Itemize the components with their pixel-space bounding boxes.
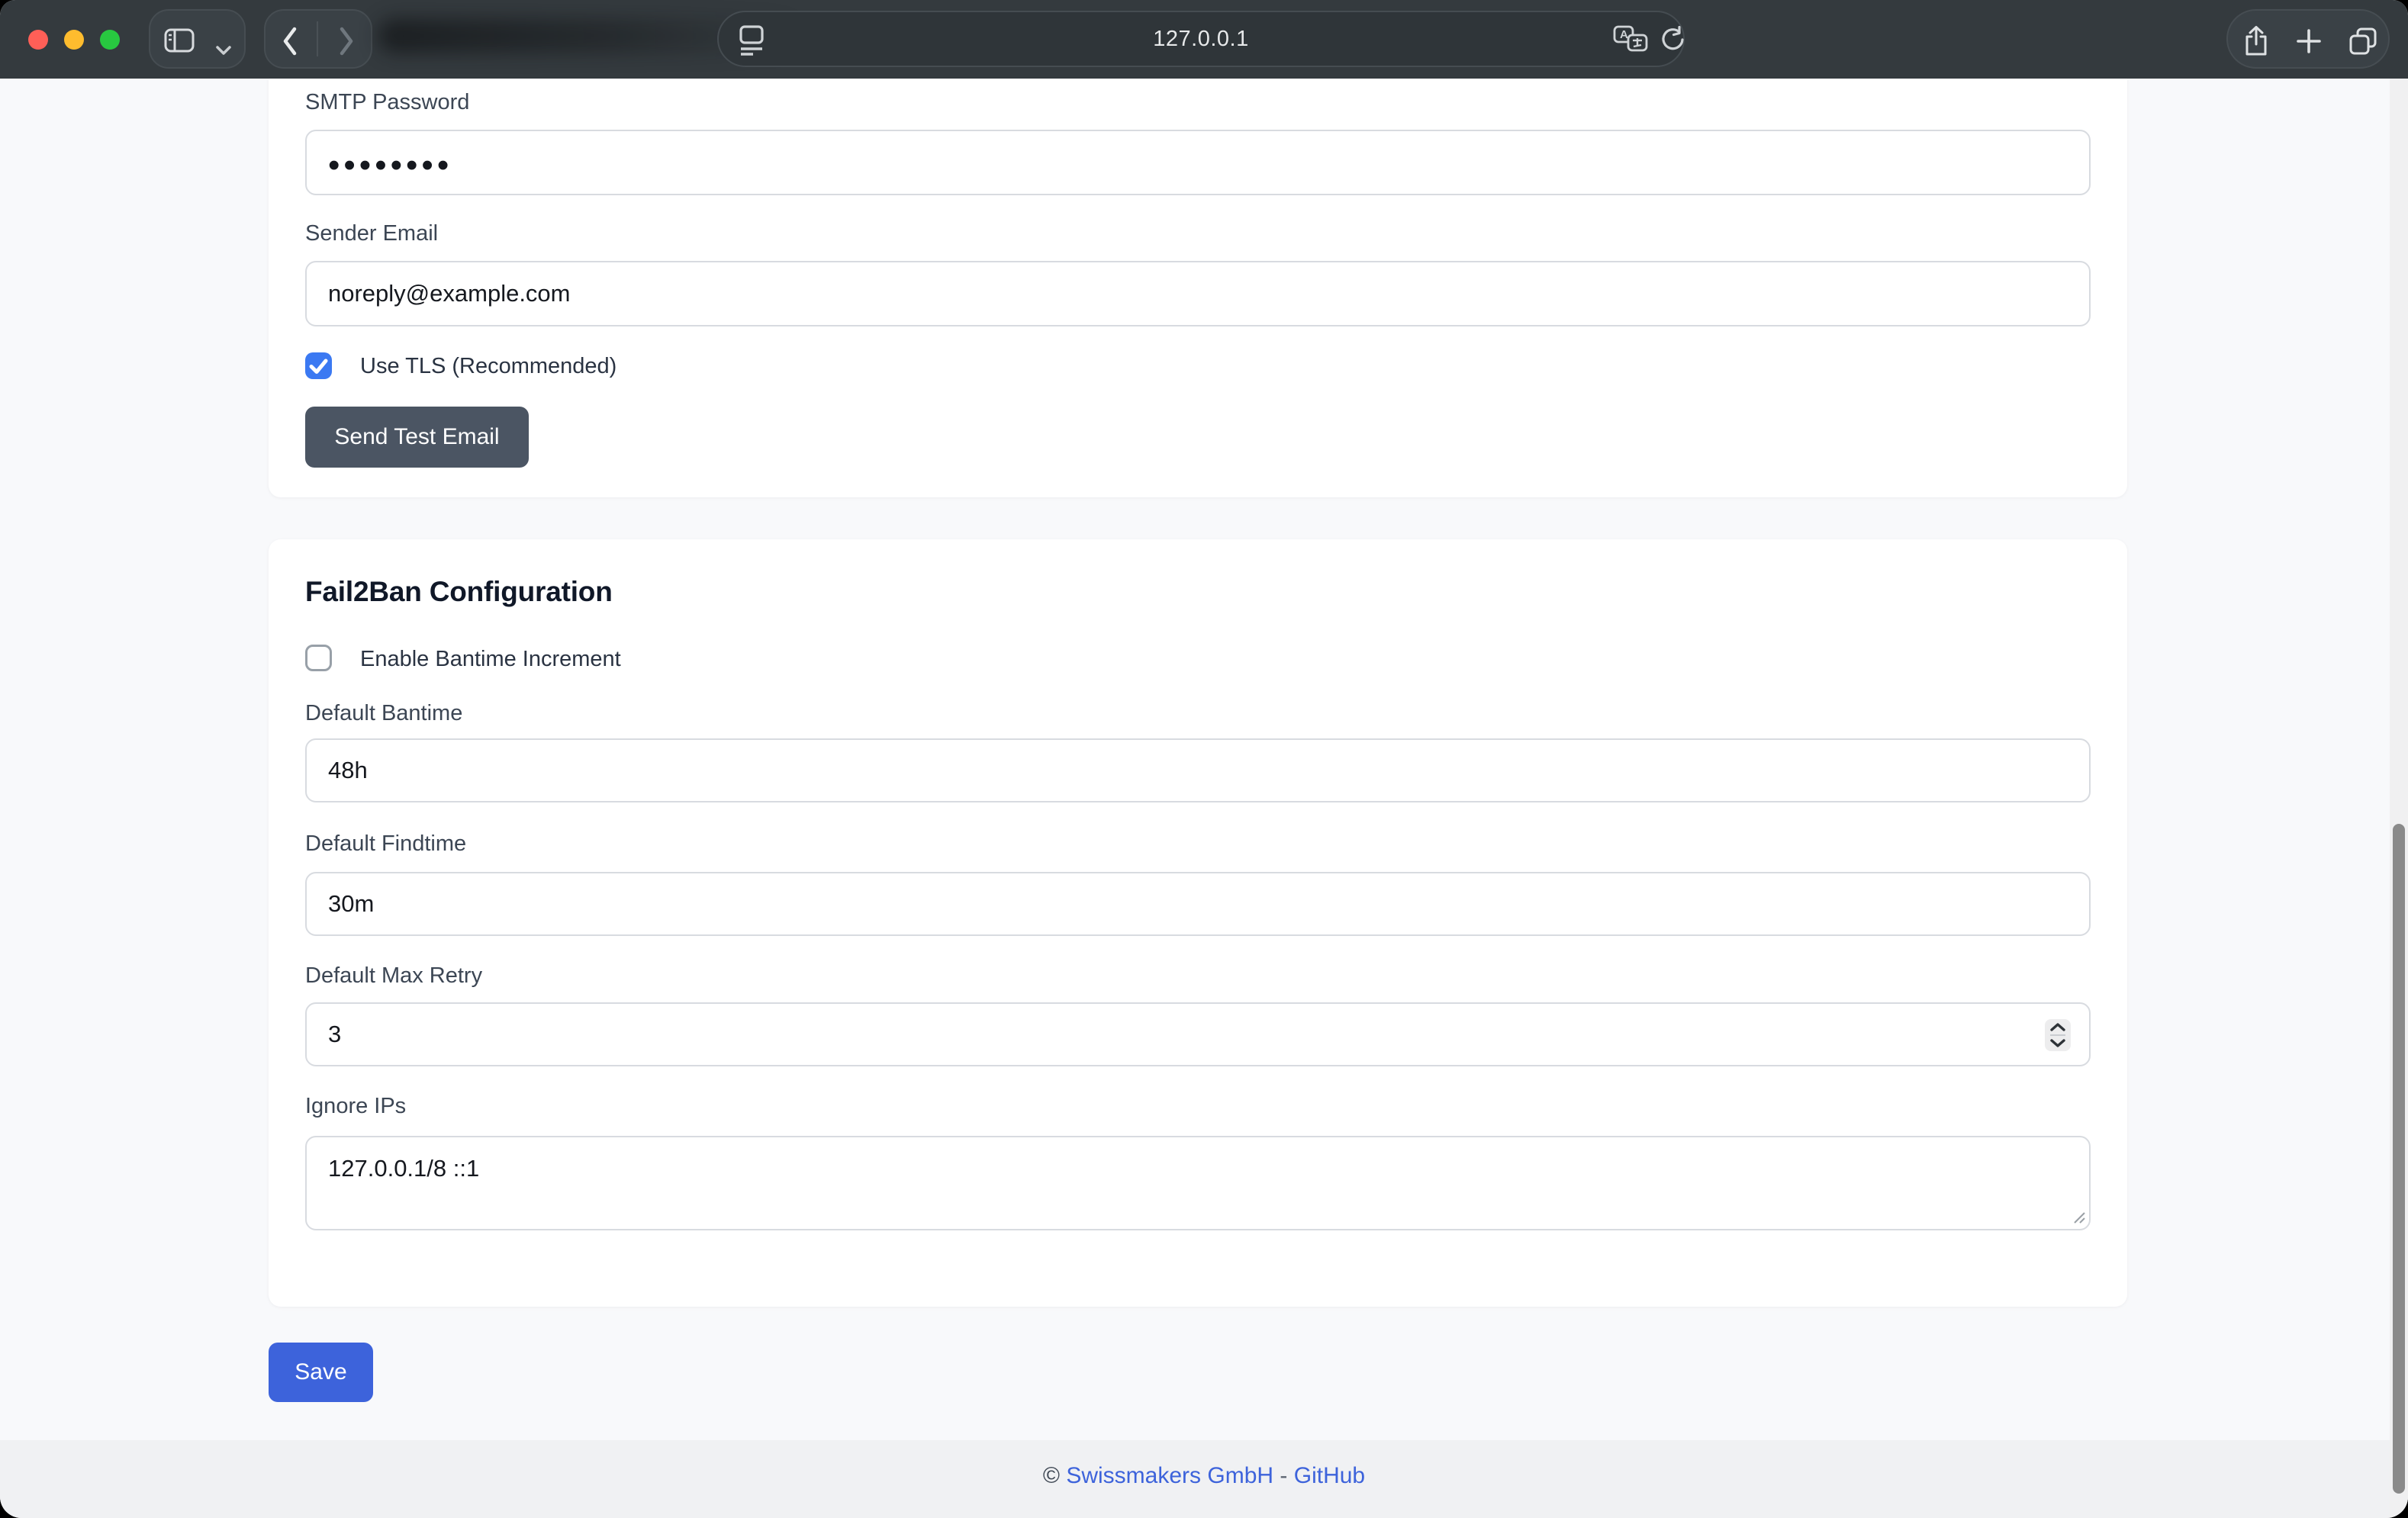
enable-bantime-increment-checkbox[interactable] <box>305 645 332 671</box>
sidebar-icon <box>164 28 195 53</box>
scrollbar-thumb[interactable] <box>2393 824 2405 1494</box>
default-bantime-input[interactable] <box>305 738 2091 802</box>
reload-icon[interactable] <box>1659 26 1686 53</box>
default-max-retry-label: Default Max Retry <box>305 963 482 989</box>
smtp-password-input[interactable] <box>305 130 2091 195</box>
browser-toolbar: 127.0.0.1 A <box>0 0 2408 79</box>
tab-overview-icon[interactable] <box>2348 27 2377 55</box>
toolbar-actions-group <box>2226 9 2390 69</box>
resize-handle-icon[interactable] <box>2071 1209 2086 1224</box>
default-findtime-input[interactable] <box>305 872 2091 936</box>
smtp-password-label: SMTP Password <box>305 90 469 115</box>
new-tab-icon[interactable] <box>2295 27 2323 55</box>
footer-separator: - <box>1280 1463 1287 1488</box>
sender-email-label: Sender Email <box>305 221 438 246</box>
minimize-window-button[interactable] <box>64 30 84 50</box>
zoom-window-button[interactable] <box>100 30 120 50</box>
fail2ban-title: Fail2Ban Configuration <box>305 576 613 608</box>
github-link[interactable]: GitHub <box>1294 1463 1365 1488</box>
fail2ban-config-card: Fail2Ban Configuration Enable Bantime In… <box>269 539 2127 1307</box>
default-max-retry-input[interactable] <box>305 1002 2091 1066</box>
chevron-down-icon <box>216 46 231 55</box>
svg-text:A: A <box>1620 28 1628 41</box>
browser-window: 127.0.0.1 A <box>0 0 2408 1518</box>
forward-button[interactable] <box>337 26 356 56</box>
address-bar[interactable]: 127.0.0.1 A <box>717 11 1685 67</box>
default-findtime-label: Default Findtime <box>305 831 466 857</box>
nav-divider <box>317 21 318 56</box>
close-window-button[interactable] <box>28 30 48 50</box>
url-text: 127.0.0.1 <box>719 12 1683 66</box>
sidebar-toggle-group[interactable] <box>149 9 246 69</box>
ignore-ips-label: Ignore IPs <box>305 1094 406 1119</box>
smtp-settings-card: SMTP Password Sender Email Use TLS (Reco… <box>269 79 2127 497</box>
company-link[interactable]: Swissmakers GmbH <box>1066 1463 1273 1488</box>
enable-bantime-increment-label: Enable Bantime Increment <box>360 647 621 672</box>
use-tls-checkbox[interactable] <box>305 352 332 379</box>
back-button[interactable] <box>281 26 299 56</box>
footer-text: © Swissmakers GmbH - GitHub <box>0 1463 2408 1489</box>
number-stepper[interactable] <box>2045 1019 2071 1051</box>
checkmark-icon <box>305 352 332 379</box>
send-test-email-button[interactable]: Send Test Email <box>305 407 529 468</box>
default-bantime-label: Default Bantime <box>305 701 462 726</box>
ignore-ips-textarea[interactable]: 127.0.0.1/8 ::1 <box>305 1136 2091 1230</box>
share-icon[interactable] <box>2239 24 2273 58</box>
history-nav-group <box>264 9 372 69</box>
sender-email-input[interactable] <box>305 261 2091 326</box>
stepper-arrows-icon <box>2045 1019 2071 1051</box>
save-button[interactable]: Save <box>269 1343 373 1402</box>
translate-icon[interactable]: A <box>1613 24 1650 55</box>
copyright-symbol: © <box>1043 1463 1060 1488</box>
use-tls-label: Use TLS (Recommended) <box>360 354 616 379</box>
page-footer: © Swissmakers GmbH - GitHub <box>0 1440 2408 1518</box>
